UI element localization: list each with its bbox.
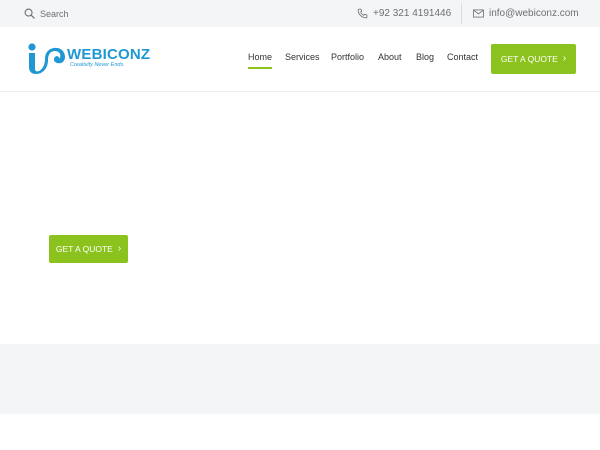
site-header: WEBICONZ Creativity Never Ends. Home Ser… bbox=[0, 27, 600, 92]
nav-item-services[interactable]: Services bbox=[285, 52, 320, 62]
phone-icon bbox=[357, 8, 368, 19]
lower-section bbox=[0, 414, 600, 450]
search-trigger[interactable]: Search bbox=[24, 0, 69, 27]
chevron-right-icon: › bbox=[117, 243, 122, 254]
nav-item-home[interactable]: Home bbox=[248, 52, 273, 69]
top-bar: Search +92 321 4191446 info@webiconz.com bbox=[0, 0, 600, 27]
topbar-divider bbox=[461, 3, 462, 24]
envelope-icon bbox=[473, 9, 484, 18]
phone-contact[interactable]: +92 321 4191446 bbox=[357, 0, 451, 27]
hero-get-quote-label: GET A QUOTE bbox=[55, 244, 113, 254]
logo-wordmark: WEBICONZ bbox=[67, 46, 151, 63]
search-icon bbox=[24, 8, 35, 19]
chevron-right-icon: › bbox=[562, 53, 567, 64]
header-get-quote-label: GET A QUOTE bbox=[500, 54, 558, 64]
email-contact[interactable]: info@webiconz.com bbox=[473, 0, 579, 27]
hero-get-quote-button[interactable]: GET A QUOTE › bbox=[49, 235, 128, 263]
email-address: info@webiconz.com bbox=[489, 8, 579, 19]
grey-band-section bbox=[0, 344, 600, 414]
logo-tagline: Creativity Never Ends. bbox=[70, 62, 125, 68]
logo[interactable]: WEBICONZ Creativity Never Ends. bbox=[26, 42, 150, 76]
nav-item-blog[interactable]: Blog bbox=[416, 52, 434, 62]
hero-section: GET A QUOTE › bbox=[0, 92, 600, 344]
nav-item-contact[interactable]: Contact bbox=[447, 52, 478, 62]
nav-item-about[interactable]: About bbox=[378, 52, 402, 62]
phone-number: +92 321 4191446 bbox=[373, 8, 452, 19]
search-label: Search bbox=[40, 8, 69, 19]
logo-mark-icon bbox=[28, 43, 65, 74]
header-get-quote-button[interactable]: GET A QUOTE › bbox=[491, 44, 576, 74]
nav-item-portfolio[interactable]: Portfolio bbox=[331, 52, 364, 62]
page: Search +92 321 4191446 info@webiconz.com… bbox=[0, 0, 600, 450]
